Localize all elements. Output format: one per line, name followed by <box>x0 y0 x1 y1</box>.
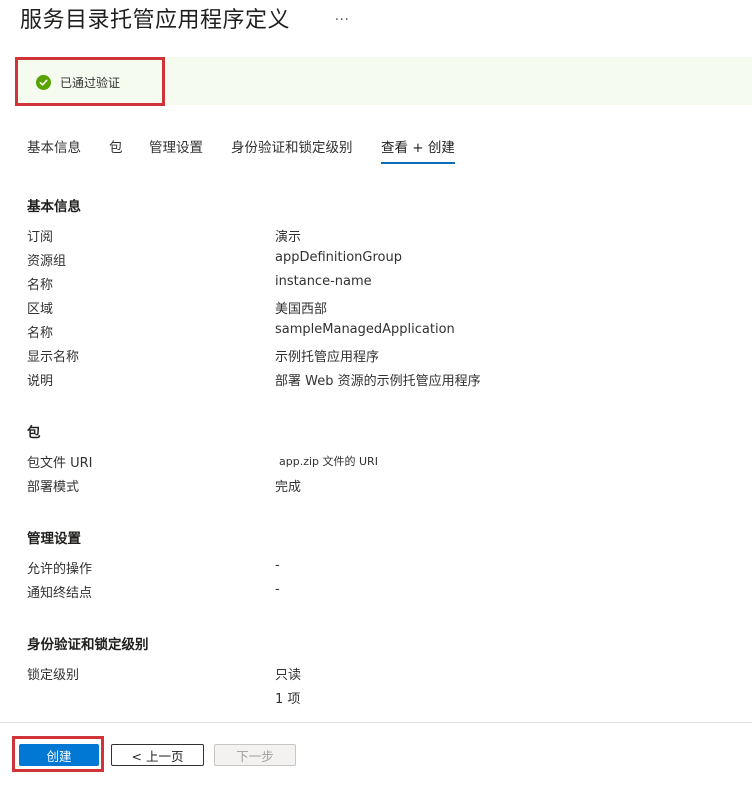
row-value-item-count: 1 项 <box>275 692 301 707</box>
tab-review-create[interactable]: 查看 + 创建 <box>381 136 455 164</box>
section-title-package: 包 <box>27 425 41 441</box>
tab-management-settings[interactable]: 管理设置 <box>149 136 203 162</box>
row-label-display-name: 显示名称 <box>27 350 80 365</box>
tab-auth-lock-level[interactable]: 身份验证和锁定级别 <box>231 136 353 162</box>
row-label-region: 区域 <box>27 302 54 317</box>
create-button[interactable]: 创建 <box>19 744 99 766</box>
page-title: 服务目录托管应用程序定义 <box>20 8 291 33</box>
previous-button[interactable]: < 上一页 <box>111 744 204 766</box>
section-title-auth: 身份验证和锁定级别 <box>27 637 149 653</box>
row-label-notification-endpoint: 通知终结点 <box>27 586 93 601</box>
check-circle-icon <box>36 75 51 90</box>
row-value-region: 美国西部 <box>275 302 328 317</box>
row-label-package-uri: 包文件 URI <box>27 456 93 471</box>
row-value-package-uri: app.zip 文件的 URI <box>279 455 378 468</box>
row-label-app-name: 名称 <box>27 326 54 341</box>
row-value-name: instance-name <box>275 274 372 289</box>
next-button: 下一步 <box>214 744 296 766</box>
row-value-notification-endpoint: - <box>275 582 280 597</box>
row-value-lock-level: 只读 <box>275 668 302 683</box>
validation-text: 已通过验证 <box>60 76 121 90</box>
row-value-allowed-actions: - <box>275 558 280 573</box>
row-value-deploy-mode: 完成 <box>275 480 302 495</box>
row-label-deploy-mode: 部署模式 <box>27 480 80 495</box>
more-options-button[interactable]: ... <box>332 4 352 28</box>
validation-status: 已通过验证 <box>36 74 120 91</box>
row-label-resource-group: 资源组 <box>27 254 67 269</box>
section-title-basics: 基本信息 <box>27 199 81 215</box>
footer-divider <box>0 722 752 723</box>
tab-basics[interactable]: 基本信息 <box>27 136 81 162</box>
row-label-allowed-actions: 允许的操作 <box>27 562 93 577</box>
row-value-description: 部署 Web 资源的示例托管应用程序 <box>275 374 481 389</box>
section-title-management: 管理设置 <box>27 531 81 547</box>
row-value-app-name: sampleManagedApplication <box>275 322 455 337</box>
row-value-display-name: 示例托管应用程序 <box>275 350 380 365</box>
row-label-description: 说明 <box>27 374 54 389</box>
row-label-lock-level: 锁定级别 <box>27 668 80 683</box>
row-label-subscription: 订阅 <box>27 230 54 245</box>
row-value-resource-group: appDefinitionGroup <box>275 250 402 265</box>
tab-package[interactable]: 包 <box>109 136 123 162</box>
row-value-subscription: 演示 <box>275 230 302 245</box>
row-label-name: 名称 <box>27 278 54 293</box>
